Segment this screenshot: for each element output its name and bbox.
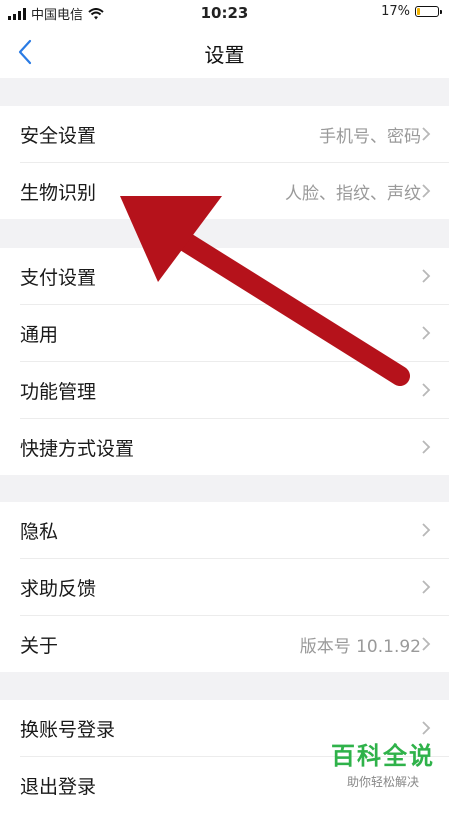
nav-bar: 设置 [0,26,449,78]
row-payment-settings[interactable]: 支付设置 [20,248,449,305]
version-value: 版本号 10.1.92 [299,637,421,657]
watermark-title: 百科全说 [331,742,435,770]
row-help-feedback[interactable]: 求助反馈 [20,559,449,616]
settings-group-about: 隐私 求助反馈 关于 版本号 10.1.92 [0,502,449,672]
chevron-right-icon [422,637,431,651]
row-feature-management[interactable]: 功能管理 [20,362,449,419]
settings-group-account: 安全设置 手机号、密码 生物识别 人脸、指纹、声纹 [0,106,449,219]
row-label: 生物识别 [20,182,97,204]
chevron-right-icon [422,440,431,454]
chevron-right-icon [422,184,431,198]
row-label: 安全设置 [20,125,97,147]
row-value: 手机号、密码 [319,127,421,147]
chevron-right-icon [422,127,431,141]
watermark-subtitle: 助你轻松解决 [346,775,419,789]
battery-percent: 17% [381,4,410,19]
battery-fill [417,8,420,15]
status-right: 17% [381,4,442,19]
status-bar: 中国电信 10:23 17% [0,0,449,26]
row-shortcut-settings[interactable]: 快捷方式设置 [20,419,449,475]
chevron-right-icon [422,326,431,340]
chevron-right-icon [422,269,431,283]
row-label: 退出登录 [20,776,97,798]
battery-icon [415,6,442,17]
row-label: 支付设置 [20,267,97,289]
watermark-logo: 百科全说 助你轻松解决 [331,736,435,790]
chevron-right-icon [422,523,431,537]
row-label: 快捷方式设置 [20,438,135,460]
row-about[interactable]: 关于 版本号 10.1.92 [20,616,449,672]
chevron-right-icon [422,721,431,735]
row-label: 隐私 [20,521,59,543]
settings-group-general: 支付设置 通用 功能管理 快捷方式设置 [0,248,449,475]
row-label: 通用 [20,324,59,346]
row-label: 关于 [20,635,59,657]
row-label: 换账号登录 [20,719,116,741]
row-value: 人脸、指纹、声纹 [285,184,421,204]
row-label: 求助反馈 [20,578,97,600]
row-biometrics[interactable]: 生物识别 人脸、指纹、声纹 [20,163,449,219]
chevron-right-icon [422,580,431,594]
row-general[interactable]: 通用 [20,305,449,362]
row-privacy[interactable]: 隐私 [20,502,449,559]
row-label: 功能管理 [20,381,97,403]
page-title: 设置 [204,43,245,67]
chevron-right-icon [422,383,431,397]
row-security-settings[interactable]: 安全设置 手机号、密码 [20,106,449,163]
